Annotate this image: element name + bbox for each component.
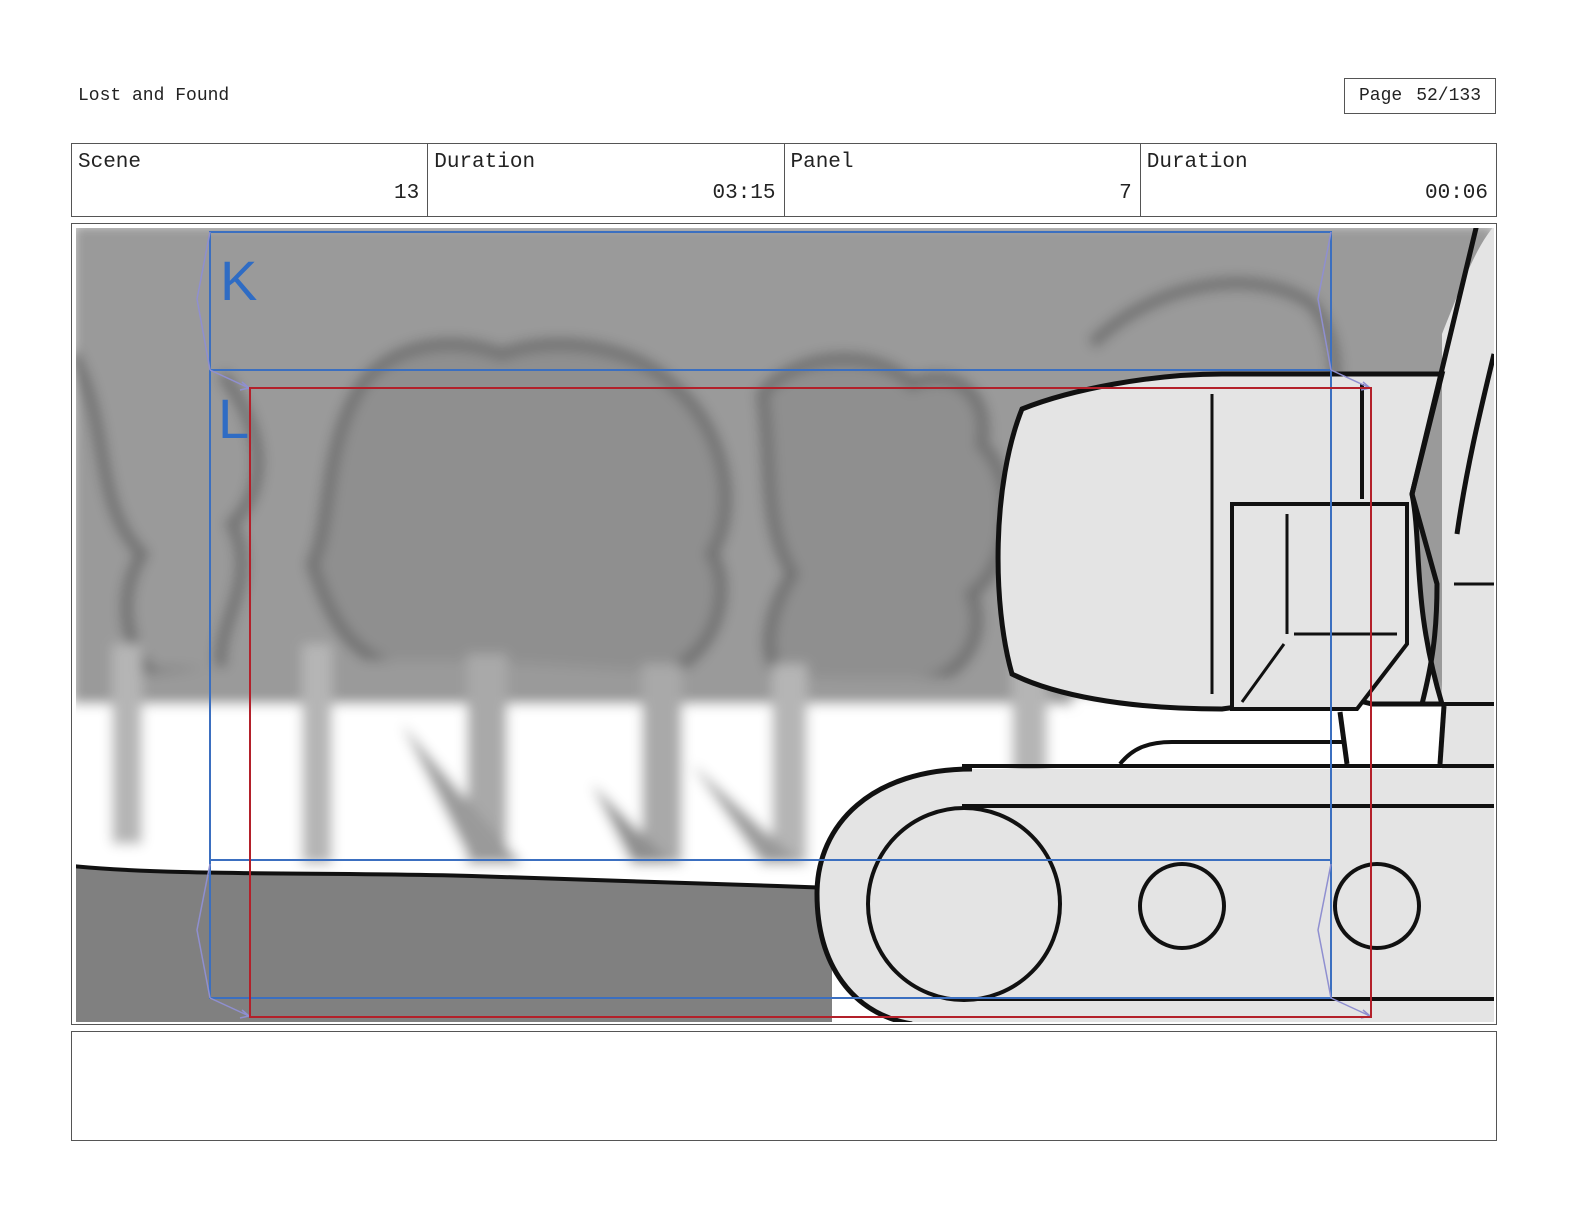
panel-duration-value: 00:06 bbox=[1424, 182, 1488, 205]
scene-duration-value: 03:15 bbox=[712, 182, 776, 205]
storyboard-panel: K L bbox=[71, 223, 1497, 1025]
scene-duration-cell: Duration 03:15 bbox=[428, 144, 785, 216]
page-number: 52/133 bbox=[1416, 86, 1482, 106]
scene-cell: Scene 13 bbox=[72, 144, 429, 216]
track-wheel-middle bbox=[1138, 862, 1226, 950]
panel-duration-label: Duration bbox=[1146, 151, 1248, 174]
scene-label: Scene bbox=[78, 151, 142, 174]
panel-notes[interactable] bbox=[71, 1031, 1497, 1141]
camera-mark-l: L bbox=[218, 387, 249, 450]
ground bbox=[76, 866, 832, 1022]
track-wheel-large bbox=[866, 806, 1062, 1002]
track-wheel-right bbox=[1333, 862, 1421, 950]
scene-value: 13 bbox=[394, 182, 420, 205]
panel-value: 7 bbox=[1119, 182, 1132, 205]
storyboard-drawing: K L bbox=[76, 228, 1494, 1022]
document-title: Lost and Found bbox=[78, 86, 230, 106]
page-indicator: Page 52/133 bbox=[1344, 78, 1496, 114]
panel-duration-cell: Duration 00:06 bbox=[1141, 144, 1496, 216]
scene-duration-label: Duration bbox=[434, 151, 536, 174]
panel-cell: Panel 7 bbox=[785, 144, 1141, 216]
camera-mark-k: K bbox=[220, 249, 257, 312]
shot-info-row: Scene 13 Duration 03:15 Panel 7 Duration… bbox=[71, 143, 1497, 217]
panel-label: Panel bbox=[790, 151, 854, 174]
page-label: Page bbox=[1358, 86, 1403, 106]
